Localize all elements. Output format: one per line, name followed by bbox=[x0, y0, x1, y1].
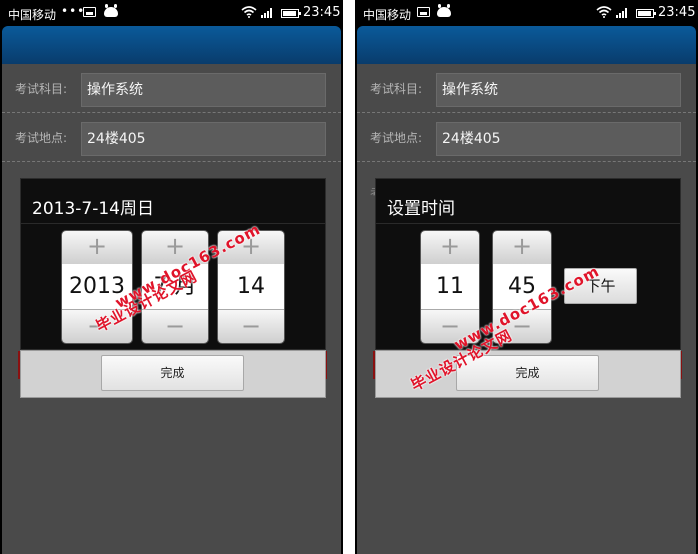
phone-screen-date: 中国移动 ••• 23:45 考试科目: 操作系统 考试地点: 24楼405 2… bbox=[0, 0, 343, 554]
day-decrement-button[interactable]: − bbox=[218, 309, 284, 343]
done-button[interactable]: 完成 bbox=[101, 355, 244, 391]
hour-picker: + 11 − bbox=[421, 231, 479, 343]
day-increment-button[interactable]: + bbox=[218, 231, 284, 265]
year-value[interactable]: 2013 bbox=[62, 264, 132, 310]
location-label: 考试地点: bbox=[15, 131, 68, 145]
day-picker: + 14 − bbox=[218, 231, 284, 343]
year-decrement-button[interactable]: − bbox=[62, 309, 132, 343]
dialog-title: 2013-7-14周日 bbox=[32, 199, 154, 219]
subject-row: 考试科目: 操作系统 bbox=[2, 64, 341, 113]
location-label: 考试地点: bbox=[370, 131, 423, 145]
clock-time: 23:45 bbox=[303, 5, 341, 20]
phone-screen-time: 中国移动 23:45 考试科目: 操作系统 考试地点: 24楼405 考 3-7… bbox=[355, 0, 698, 554]
month-value[interactable]: 7 月 bbox=[142, 264, 208, 310]
dialog-divider bbox=[376, 223, 680, 224]
minute-increment-button[interactable]: + bbox=[493, 231, 551, 265]
image-notification-icon bbox=[83, 7, 96, 17]
carrier-name: 中国移动 bbox=[363, 8, 412, 22]
month-increment-button[interactable]: + bbox=[142, 231, 208, 265]
minute-value[interactable]: 45 bbox=[493, 264, 551, 310]
dialog-title: 设置时间 bbox=[387, 199, 455, 219]
month-decrement-button[interactable]: − bbox=[142, 309, 208, 343]
wifi-icon bbox=[596, 6, 612, 18]
minute-picker: + 45 − bbox=[493, 231, 551, 343]
done-button[interactable]: 完成 bbox=[456, 355, 599, 391]
android-notification-icon bbox=[437, 4, 451, 17]
notification-dots: ••• bbox=[61, 4, 86, 18]
status-bar: 中国移动 ••• 23:45 bbox=[0, 0, 343, 26]
app-title-bar bbox=[2, 26, 341, 64]
carrier-name: 中国移动 bbox=[8, 8, 57, 22]
date-picker-dialog: 2013-7-14周日 + 2013 − + 7 月 − + 14 − 完成 bbox=[20, 178, 326, 398]
location-input[interactable]: 24楼405 bbox=[436, 122, 681, 156]
app-title-bar bbox=[357, 26, 696, 64]
dialog-footer: 完成 bbox=[375, 350, 681, 398]
signal-icon bbox=[261, 8, 273, 18]
minute-decrement-button[interactable]: − bbox=[493, 309, 551, 343]
year-increment-button[interactable]: + bbox=[62, 231, 132, 265]
subject-label: 考试科目: bbox=[15, 82, 68, 96]
subject-input[interactable]: 操作系统 bbox=[436, 73, 681, 107]
android-notification-icon bbox=[104, 4, 118, 17]
location-row: 考试地点: 24楼405 bbox=[2, 113, 341, 162]
clock-time: 23:45 bbox=[658, 5, 696, 20]
month-picker: + 7 月 − bbox=[142, 231, 208, 343]
dialog-footer: 完成 bbox=[20, 350, 326, 398]
location-row: 考试地点: 24楼405 bbox=[357, 113, 696, 162]
status-bar: 中国移动 23:45 bbox=[355, 0, 698, 26]
location-input[interactable]: 24楼405 bbox=[81, 122, 326, 156]
time-picker-dialog: 设置时间 + 11 − + 45 − 下午 完成 bbox=[375, 178, 681, 398]
hour-increment-button[interactable]: + bbox=[421, 231, 479, 265]
dialog-body: 设置时间 + 11 − + 45 − 下午 bbox=[375, 178, 681, 350]
battery-icon bbox=[281, 9, 301, 18]
am-pm-toggle-button[interactable]: 下午 bbox=[564, 268, 637, 304]
day-value[interactable]: 14 bbox=[218, 264, 284, 310]
signal-icon bbox=[616, 8, 628, 18]
subject-row: 考试科目: 操作系统 bbox=[357, 64, 696, 113]
battery-icon bbox=[636, 9, 656, 18]
year-picker: + 2013 − bbox=[62, 231, 132, 343]
hour-value[interactable]: 11 bbox=[421, 264, 479, 310]
hour-decrement-button[interactable]: − bbox=[421, 309, 479, 343]
subject-input[interactable]: 操作系统 bbox=[81, 73, 326, 107]
wifi-icon bbox=[241, 6, 257, 18]
image-notification-icon bbox=[417, 7, 430, 17]
subject-label: 考试科目: bbox=[370, 82, 423, 96]
dialog-divider bbox=[21, 223, 325, 224]
dialog-body: 2013-7-14周日 + 2013 − + 7 月 − + 14 − bbox=[20, 178, 326, 350]
